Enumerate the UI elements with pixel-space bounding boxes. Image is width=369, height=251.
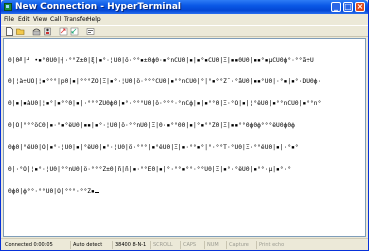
- terminal-line: 0|¦à÷UÖ|¦▪°°°|p0|▪|°°°ZÖ|Ξ|▪°·¦U0|ö·°°°C…: [8, 78, 322, 86]
- terminal-output[interactable]: 0|0╝|┘ •▪°0U0|┤·°°Z±0|ξ|▪°·¦U0|ö·°°▪±0ф0…: [3, 38, 366, 237]
- menu-edit[interactable]: Edit: [18, 16, 30, 24]
- terminal-line-text: 0ф0|ф°°·°°U0|Ö|°°°·°°Z▪: [8, 187, 95, 195]
- terminal-line: 0|·°Ö|¦▪°·¦U0|°°nU0|ö·°°°Z±0|ñ|ñ|▪·°°Ё0|…: [8, 166, 292, 174]
- disconnect-phone-icon[interactable]: [43, 27, 52, 36]
- terminal-line: 0|0╝|┘ •▪°0U0|┤·°°Z±0|ξ|▪°·¦U0|ö·°°▪±0ф0…: [8, 56, 314, 64]
- status-bar: Connected 0:00:05 Auto detect 38400 8-N-…: [1, 238, 368, 250]
- receive-file-icon[interactable]: [70, 27, 79, 36]
- text-cursor: [94, 191, 99, 193]
- terminal-text: 0|0╝|┘ •▪°0U0|┤·°°Z±0|ξ|▪°·¦U0|ö·°°▪±0ф0…: [8, 42, 361, 210]
- status-connected-time: Connected 0:00:05: [5, 242, 53, 248]
- properties-icon[interactable]: [86, 27, 95, 36]
- status-num: NUM: [204, 241, 224, 249]
- toolbar: [1, 25, 368, 37]
- menu-bar: File Edit View Call Transfer Help: [1, 14, 368, 25]
- status-print-echo: Print echo: [256, 241, 296, 249]
- status-caps: CAPS: [180, 241, 202, 249]
- menu-view[interactable]: View: [33, 16, 47, 24]
- terminal-line: 0|Ö|°°°öC0|▪·°▪°ёU0|▪▪|▪°·¦U0|ö·°°nU0|Ξ|…: [8, 122, 295, 130]
- minimize-button[interactable]: _: [331, 2, 341, 12]
- terminal-line: 0ф0|°ёU0|Ö|▪°·¦U0|▪|°ёU0|▪°·¦U0|ö·°°°|▪°…: [8, 144, 299, 152]
- status-scroll: SCROLL: [150, 241, 178, 249]
- menu-transfer[interactable]: Transfer: [64, 16, 88, 24]
- terminal-line-last: 0ф0|ф°°·°°U0|Ö|°°°·°°Z▪: [8, 188, 361, 195]
- status-baud-settings: 38400 8-N-1: [112, 241, 148, 249]
- window-title: New Connection - HyperTerminal: [15, 2, 182, 12]
- open-folder-icon[interactable]: [16, 27, 25, 36]
- menu-file[interactable]: File: [4, 16, 14, 24]
- terminal-line: 0|▪|▪àU0|¦▪°|▪°°0|▪|·°°°ZU0ф0|▪°·°°°U0|ö…: [8, 100, 322, 108]
- send-file-icon[interactable]: [59, 27, 68, 36]
- title-bar[interactable]: New Connection - HyperTerminal _ □ ×: [1, 0, 368, 14]
- connect-phone-icon[interactable]: [32, 27, 41, 36]
- hyperterminal-window: New Connection - HyperTerminal _ □ × Fil…: [0, 0, 369, 251]
- menu-help[interactable]: Help: [87, 16, 101, 24]
- status-terminal-detect: Auto detect: [70, 241, 110, 249]
- menu-call[interactable]: Call: [50, 16, 61, 24]
- close-button[interactable]: ×: [355, 2, 365, 12]
- maximize-button[interactable]: □: [343, 2, 353, 12]
- status-capture: Capture: [226, 241, 254, 249]
- hyperterminal-app-icon[interactable]: [4, 3, 12, 11]
- new-document-icon[interactable]: [5, 27, 14, 36]
